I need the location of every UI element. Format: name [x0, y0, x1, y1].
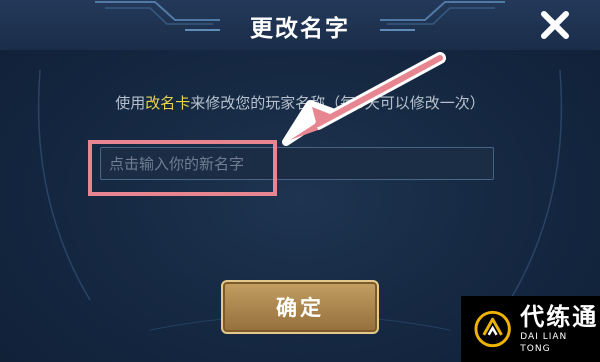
daliantong-logo-icon	[474, 310, 511, 348]
dialog-title: 更改名字	[250, 16, 350, 42]
instructions-suffix: 天可以修改一次）	[364, 94, 485, 112]
watermark-name-en: DAI LIAN TONG	[520, 332, 568, 354]
instructions-middle: 来修改您的玩家名称（每	[190, 94, 356, 112]
instructions-prefix: 使用	[115, 94, 146, 112]
close-icon[interactable]	[538, 8, 572, 42]
rename-instructions: 使用改名卡来修改您的玩家名称（每3天可以修改一次）	[0, 92, 600, 113]
cooldown-days: 3	[355, 94, 365, 112]
rename-dialog: 更改名字 使用改名卡来修改您的玩家名称（每3天可以修改一次） 确定 代练通 DA…	[0, 0, 600, 362]
watermark-logo: 代练通 DAI LIAN TONG	[461, 296, 600, 362]
watermark-name: 代练通	[520, 303, 599, 331]
dialog-header: 更改名字	[0, 0, 600, 50]
new-name-input[interactable]	[101, 148, 493, 179]
confirm-button[interactable]: 确定	[221, 280, 379, 334]
new-name-field[interactable]	[100, 147, 494, 180]
rename-card-label: 改名卡	[145, 94, 191, 112]
